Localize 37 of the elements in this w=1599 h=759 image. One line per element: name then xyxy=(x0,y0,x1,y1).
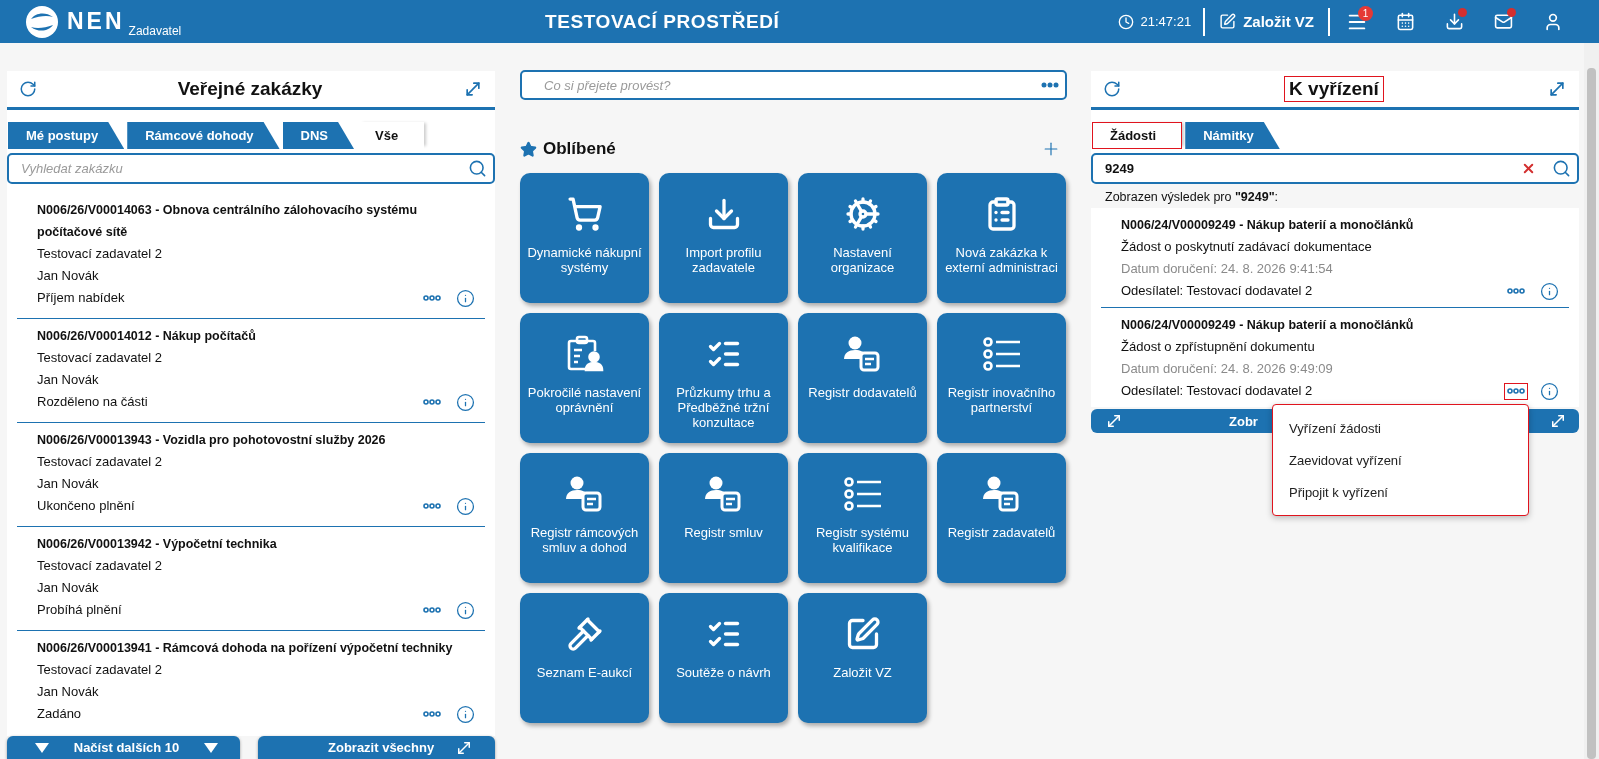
tender-person: Jan Novák xyxy=(37,267,100,285)
tender-person: Jan Novák xyxy=(37,371,100,389)
tender-status: Ukončeno plnění xyxy=(37,497,135,515)
panel-title: Veřejné zakázky xyxy=(176,77,324,101)
tender-person: Jan Novák xyxy=(37,475,100,493)
panel-title: K vyřízení xyxy=(1284,76,1384,102)
tender-buyer: Testovací zadavatel 2 xyxy=(37,453,164,471)
delivery-date: Datum doručení: 24. 8. 2026 9:41:54 xyxy=(1121,260,1334,278)
tender-status: Probíhá plnění xyxy=(37,601,122,619)
tender-buyer: Testovací zadavatel 2 xyxy=(37,661,164,679)
tender-buyer: Testovací zadavatel 2 xyxy=(37,349,164,367)
environment-title: TESTOVACÍ PROSTŘEDÍ xyxy=(545,10,781,33)
tender-title: N006/26/V00014012 - Nákup počítačů xyxy=(37,328,257,345)
tender-status: Zadáno xyxy=(37,705,82,723)
tender-person: Jan Novák xyxy=(37,579,100,597)
request-title: N006/24/V00009249 - Nákup baterií a monočlánků xyxy=(1121,217,1415,234)
request-title: N006/24/V00009249 - Nákup baterií a monočlánků xyxy=(1121,317,1415,334)
request-sender: Odesílatel: Testovací dodavatel 2 xyxy=(1121,382,1313,400)
delivery-date: Datum doručení: 24. 8. 2026 9:49:09 xyxy=(1121,360,1334,378)
tender-buyer: Testovací zadavatel 2 xyxy=(37,557,164,575)
logo-subtitle: Zadavatel xyxy=(128,23,182,38)
notification-badge: 1 xyxy=(1358,6,1373,21)
tender-status: Rozděleno na části xyxy=(37,393,148,411)
favorites-title: Oblíbené xyxy=(543,139,617,159)
tender-buyer: Testovací zadavatel 2 xyxy=(37,245,164,263)
clock-time: 21:47:21 xyxy=(1140,14,1192,29)
logo-text: NEN xyxy=(67,8,125,35)
tender-person: Jan Novák xyxy=(37,683,100,701)
request-sender: Odesílatel: Testovací dodavatel 2 xyxy=(1121,282,1313,300)
tender-title: N006/26/V00013943 - Vozidla pro pohotovostní služby 2026 xyxy=(37,432,387,449)
tender-title: N006/26/V00013942 - Výpočetní technika xyxy=(37,536,278,553)
request-type: Žádost o poskytnutí zadávací dokumentace xyxy=(1121,238,1373,256)
tender-status: Příjem nabídek xyxy=(37,289,125,307)
tender-title: N006/26/V00014063 - Obnova centrálního zálohovacího systému počítačové sítě xyxy=(37,202,419,241)
result-text: Zobrazen výsledek pro "9249": xyxy=(1104,189,1280,206)
request-type: Žádost o zpřístupnění dokumentu xyxy=(1121,338,1316,356)
tender-title: N006/26/V00013941 - Rámcová dohoda na pořízení výpočetní techniky xyxy=(37,640,454,657)
